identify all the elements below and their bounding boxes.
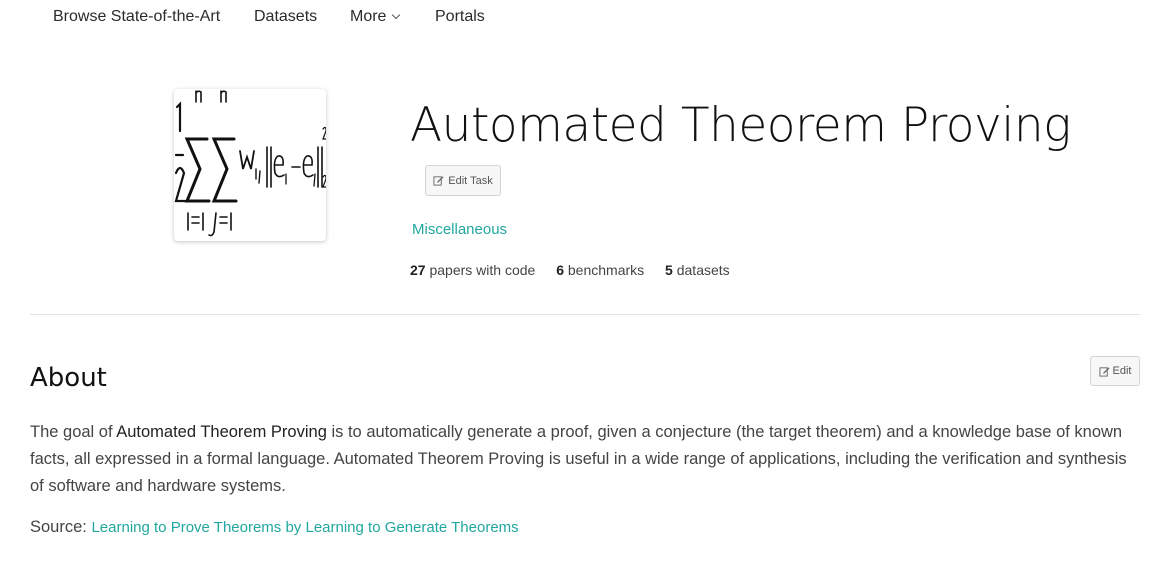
about-text-start: The goal of	[30, 423, 117, 441]
source-paper-link[interactable]: Learning to Prove Theorems by Learning t…	[91, 519, 518, 536]
datasets-stat[interactable]: 5 datasets	[665, 262, 730, 278]
papers-count: 27	[410, 262, 426, 278]
edit-about-label: Edit	[1112, 365, 1132, 377]
chevron-down-icon	[392, 10, 401, 20]
nav-portals[interactable]: Portals	[435, 8, 485, 26]
nav-more-label: More	[350, 8, 387, 25]
math-formula-thumbnail	[174, 90, 326, 237]
edit-task-button[interactable]: Edit Task	[425, 165, 501, 196]
category-link[interactable]: Miscellaneous	[412, 221, 507, 238]
top-navigation: Browse State-of-the-Art Datasets More Po…	[0, 0, 1166, 38]
edit-task-label: Edit Task	[448, 174, 493, 187]
papers-label: papers with code	[429, 262, 536, 278]
benchmarks-stat[interactable]: 6 benchmarks	[556, 262, 644, 278]
task-thumbnail-image	[174, 89, 326, 241]
about-description: The goal of Automated Theorem Proving is…	[30, 419, 1130, 500]
datasets-count: 5	[665, 262, 673, 278]
nav-more-dropdown[interactable]: More	[350, 8, 401, 26]
nav-datasets[interactable]: Datasets	[254, 8, 317, 26]
benchmarks-count: 6	[556, 262, 564, 278]
edit-icon	[1098, 366, 1110, 377]
about-text-task-name: Automated Theorem Proving	[116, 423, 327, 441]
page-title: Automated Theorem Proving	[410, 98, 1071, 153]
task-stats: 27 papers with code 6 benchmarks 5 datas…	[410, 262, 747, 278]
datasets-label: datasets	[676, 262, 730, 278]
section-divider	[30, 314, 1140, 315]
nav-browse-sota[interactable]: Browse State-of-the-Art	[53, 8, 220, 26]
source-line: Source: Learning to Prove Theorems by Le…	[30, 518, 519, 537]
source-label: Source:	[30, 518, 87, 536]
benchmarks-label: benchmarks	[567, 262, 645, 278]
about-heading: About	[30, 363, 107, 393]
edit-about-button[interactable]: Edit	[1090, 356, 1140, 386]
papers-stat[interactable]: 27 papers with code	[410, 262, 535, 278]
edit-icon	[433, 176, 444, 186]
